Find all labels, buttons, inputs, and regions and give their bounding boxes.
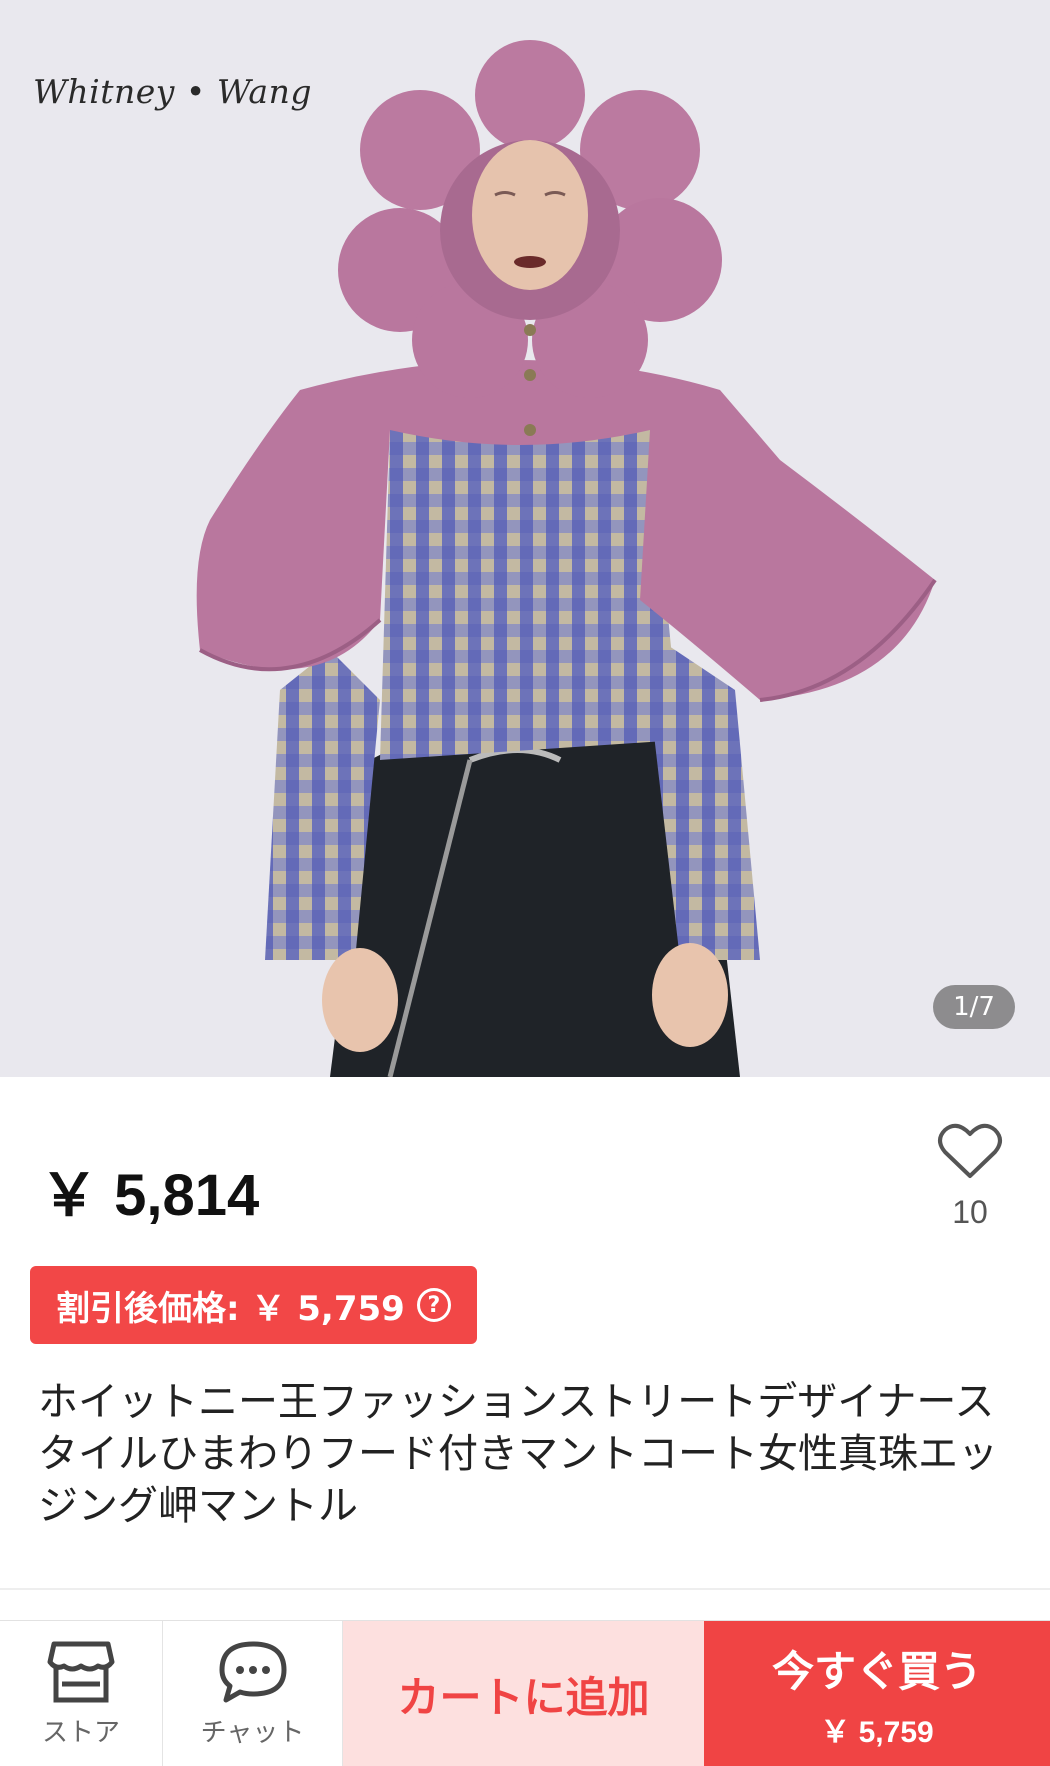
buy-now-button[interactable]: 今すぐ買う ￥ 5,759 xyxy=(704,1621,1050,1766)
store-button[interactable]: ストア xyxy=(0,1621,163,1766)
help-icon[interactable]: ? xyxy=(416,1288,451,1322)
product-title: ホイットニー王ファッションストリートデザイナースタイルひまわりフード付きマントコ… xyxy=(38,1379,998,1529)
discount-label: 割引後価格: ￥ 5,759 xyxy=(56,1288,405,1329)
brand-logo: Whitney • Wang xyxy=(33,72,312,111)
product-image-gallery[interactable]: Whitney • Wang 1/7 xyxy=(0,0,1050,1077)
favorite-count: 10 xyxy=(952,1194,988,1230)
divider xyxy=(0,1588,1050,1590)
chat-button[interactable]: チャット xyxy=(163,1621,343,1766)
store-icon xyxy=(47,1641,115,1702)
store-label: ストア xyxy=(41,1717,120,1748)
buy-now-price: ￥ 5,759 xyxy=(820,1715,934,1749)
add-to-cart-button[interactable]: カートに追加 xyxy=(343,1621,704,1766)
discount-price-badge[interactable]: 割引後価格: ￥ 5,759 ? xyxy=(30,1266,477,1344)
chat-label: チャット xyxy=(200,1717,305,1748)
product-price: ￥ 5,814 xyxy=(40,1163,260,1228)
heart-icon xyxy=(938,1123,1002,1178)
product-photo xyxy=(196,40,937,1077)
image-counter: 1/7 xyxy=(933,985,1015,1029)
buy-now-label: 今すぐ買う xyxy=(771,1646,982,1696)
favorite-button[interactable]: 10 xyxy=(928,1120,1012,1231)
chat-icon xyxy=(219,1641,286,1702)
bottom-action-bar: ストア チャット カートに追加 今すぐ買う ￥ 5,759 xyxy=(0,1620,1050,1766)
